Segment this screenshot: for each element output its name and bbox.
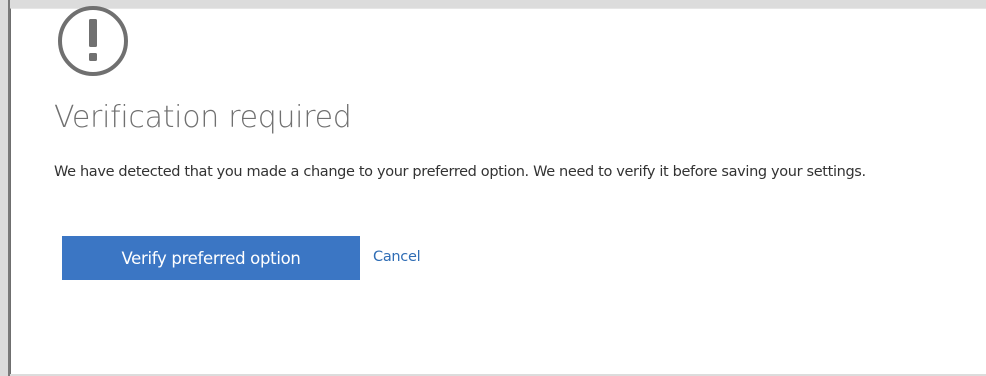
dialog-title: Verification required	[54, 100, 352, 135]
verify-preferred-option-button[interactable]: Verify preferred option	[62, 236, 360, 280]
dialog-message: We have detected that you made a change …	[54, 164, 866, 180]
exclamation-circle-icon	[58, 6, 128, 76]
cancel-link[interactable]: Cancel	[373, 249, 421, 265]
verification-dialog	[10, 6, 986, 374]
window-frame: Verification required We have detected t…	[0, 0, 986, 376]
